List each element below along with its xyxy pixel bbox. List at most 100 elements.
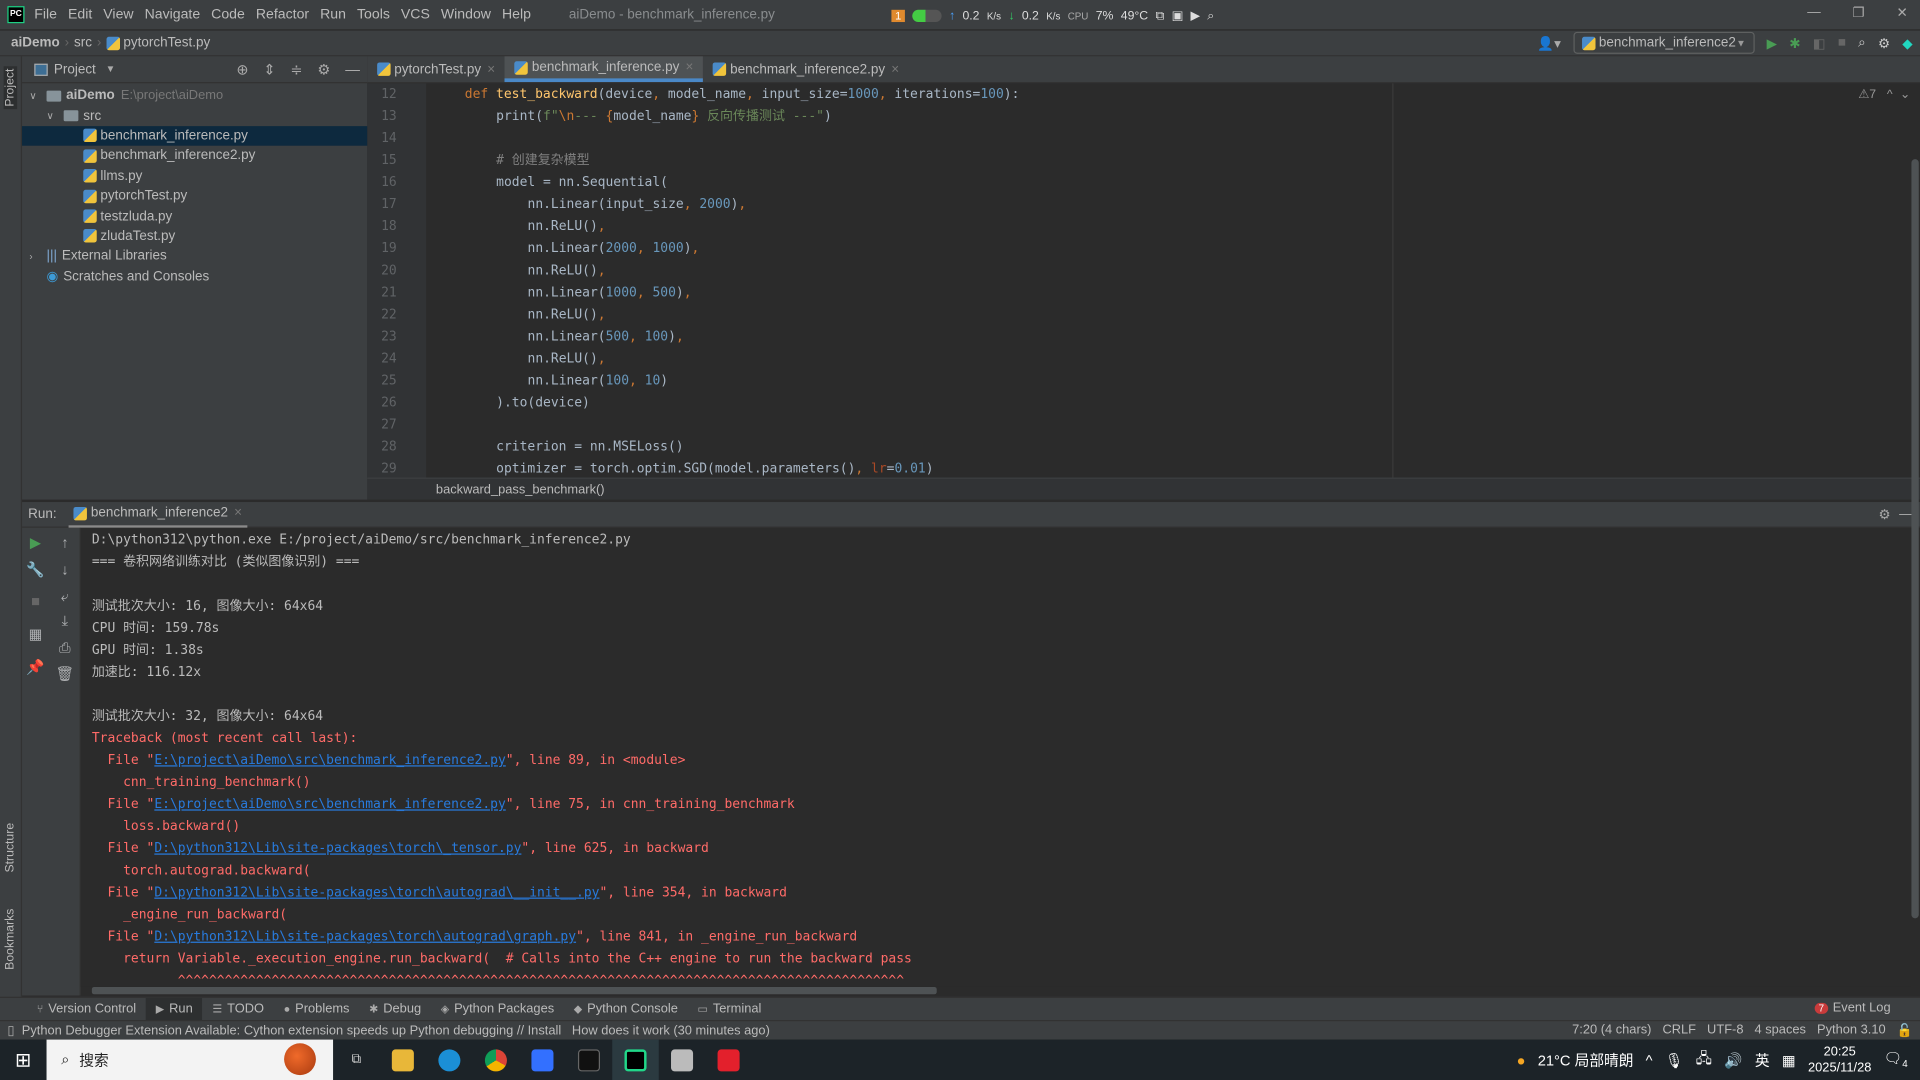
scroll-to-end-icon[interactable]: ⤓ bbox=[55, 611, 75, 631]
line-separator[interactable]: CRLF bbox=[1662, 1022, 1696, 1038]
file-link[interactable]: E:\project\aiDemo\src\benchmark_inferenc… bbox=[154, 797, 505, 812]
close-button[interactable]: ✕ bbox=[1896, 5, 1907, 21]
tree-item-root[interactable]: ∨ aiDemo E:\project\aiDemo bbox=[22, 86, 367, 106]
print-icon[interactable]: ⎙ bbox=[55, 638, 75, 658]
tray-expand-icon[interactable]: ^ bbox=[1646, 1051, 1653, 1068]
task-view-button[interactable]: ⧉ bbox=[333, 1040, 380, 1080]
chevron-up-icon[interactable]: ^ bbox=[1887, 88, 1893, 101]
volume-icon[interactable]: 🔊 bbox=[1724, 1051, 1742, 1068]
tree-item-external-libraries[interactable]: › ||| External Libraries bbox=[22, 246, 367, 266]
editor-tab[interactable]: pytorchTest.py × bbox=[367, 56, 505, 82]
file-encoding[interactable]: UTF-8 bbox=[1707, 1022, 1743, 1038]
gear-icon[interactable]: ⚙ bbox=[1878, 35, 1890, 51]
user-icon[interactable]: 👤▾ bbox=[1537, 35, 1561, 51]
zoom-icon[interactable]: ⌕ bbox=[1207, 9, 1214, 22]
trash-icon[interactable]: 🗑 bbox=[55, 664, 75, 684]
indent-setting[interactable]: 4 spaces bbox=[1755, 1022, 1806, 1038]
microphone-icon[interactable]: 🎙 bbox=[1665, 1051, 1684, 1068]
file-link[interactable]: D:\python312\Lib\site-packages\torch\_te… bbox=[154, 841, 521, 856]
inspection-widget[interactable]: ⚠7 ^ ⌄ bbox=[1858, 88, 1910, 101]
stop-icon[interactable]: ■ bbox=[26, 591, 46, 611]
rerun-icon[interactable]: ▶ bbox=[26, 533, 46, 553]
arrow-down-icon[interactable]: ↓ bbox=[55, 560, 75, 580]
code-breadcrumb[interactable]: backward_pass_benchmark() bbox=[436, 482, 605, 497]
menu-file[interactable]: File bbox=[34, 7, 57, 22]
editor-tab[interactable]: benchmark_inference2.py × bbox=[703, 56, 909, 82]
chrome-app[interactable] bbox=[473, 1040, 520, 1080]
monitor-app[interactable] bbox=[659, 1040, 706, 1080]
file-link[interactable]: E:\project\aiDemo\src\benchmark_inferenc… bbox=[154, 753, 505, 768]
crop-icon[interactable]: ⧉ bbox=[1155, 9, 1164, 22]
breadcrumb-file[interactable]: pytorchTest.py bbox=[123, 36, 210, 51]
console-output[interactable]: D:\python312\python.exe E:/project/aiDem… bbox=[80, 527, 1912, 987]
feishu-app[interactable] bbox=[519, 1040, 566, 1080]
tool-window-python-console[interactable]: ◆ Python Console bbox=[564, 997, 688, 1020]
toggle-icon[interactable] bbox=[912, 9, 942, 23]
pycharm-app[interactable] bbox=[612, 1039, 659, 1080]
clock[interactable]: 20:25 2025/11/28 bbox=[1808, 1044, 1871, 1076]
tool-window-run[interactable]: ▶ Run bbox=[145, 997, 203, 1021]
tool-window-terminal[interactable]: ▭ Terminal bbox=[688, 997, 772, 1020]
breadcrumb-src[interactable]: src bbox=[74, 36, 92, 51]
menu-window[interactable]: Window bbox=[441, 7, 491, 22]
pin-icon[interactable]: 📌 bbox=[26, 658, 46, 678]
python-interpreter[interactable]: Python 3.10 bbox=[1817, 1022, 1886, 1038]
menu-run[interactable]: Run bbox=[320, 7, 346, 22]
tree-item-file[interactable]: llms.py bbox=[22, 166, 367, 186]
close-icon[interactable]: × bbox=[891, 62, 899, 77]
gear-icon[interactable]: ⚙ bbox=[1879, 506, 1891, 523]
tool-window-python-packages[interactable]: ◈ Python Packages bbox=[431, 997, 564, 1020]
project-view-selector[interactable]: Project bbox=[54, 62, 96, 77]
amd-app[interactable] bbox=[705, 1040, 752, 1080]
arrow-up-icon[interactable]: ↑ bbox=[55, 533, 75, 553]
chevron-down-icon[interactable]: ▼ bbox=[106, 64, 116, 75]
project-tool-button[interactable]: Project bbox=[3, 66, 18, 110]
tool-window-problems[interactable]: ● Problems bbox=[274, 997, 359, 1020]
menu-view[interactable]: View bbox=[103, 7, 133, 22]
status-message[interactable]: Python Debugger Extension Available: Cyt… bbox=[22, 1023, 770, 1038]
menu-vcs[interactable]: VCS bbox=[401, 7, 430, 22]
notification-icon[interactable]: 🗨4 bbox=[1884, 1050, 1908, 1070]
locate-icon[interactable]: ⊕ bbox=[236, 61, 248, 78]
structure-tool-button[interactable]: Structure bbox=[4, 823, 17, 873]
screenshot-icon[interactable]: ▣ bbox=[1172, 9, 1184, 22]
gear-icon[interactable]: ⚙ bbox=[317, 61, 330, 78]
tree-item-file[interactable]: zludaTest.py bbox=[22, 226, 367, 246]
menu-help[interactable]: Help bbox=[502, 7, 531, 22]
menu-refactor[interactable]: Refactor bbox=[256, 7, 309, 22]
close-icon[interactable]: × bbox=[487, 62, 495, 77]
close-icon[interactable]: × bbox=[234, 506, 242, 521]
menu-code[interactable]: Code bbox=[211, 7, 245, 22]
jetbrains-icon[interactable]: ◆ bbox=[1902, 35, 1912, 51]
tool-window-todo[interactable]: ☰ TODO bbox=[203, 997, 274, 1020]
soft-wrap-icon[interactable]: ⤶ bbox=[55, 587, 75, 607]
horizontal-scrollbar[interactable] bbox=[91, 986, 937, 995]
search-icon[interactable]: ⌕ bbox=[1858, 35, 1866, 51]
chevron-down-icon[interactable]: ⌄ bbox=[1900, 88, 1910, 101]
menu-tools[interactable]: Tools bbox=[357, 7, 390, 22]
editor-tab[interactable]: benchmark_inference.py × bbox=[504, 56, 704, 83]
vertical-scrollbar[interactable] bbox=[1911, 159, 1919, 919]
tool-window-debug[interactable]: ✱ Debug bbox=[359, 997, 431, 1020]
file-explorer-app[interactable] bbox=[380, 1040, 427, 1080]
hide-icon[interactable]: — bbox=[345, 61, 360, 78]
status-icon[interactable]: ▯ bbox=[7, 1023, 14, 1038]
tree-item-file[interactable]: pytorchTest.py bbox=[22, 186, 367, 206]
wrench-icon[interactable]: 🔧 bbox=[26, 560, 46, 580]
tree-item-file[interactable]: testzluda.py bbox=[22, 206, 367, 226]
coverage-icon[interactable]: ◧ bbox=[1813, 35, 1826, 51]
ime-mode-icon[interactable]: ▦ bbox=[1782, 1051, 1796, 1068]
start-button[interactable]: ⊞ bbox=[0, 1040, 47, 1080]
edge-app[interactable] bbox=[426, 1040, 473, 1080]
ime-indicator[interactable]: 英 bbox=[1755, 1049, 1770, 1070]
tree-item-file[interactable]: benchmark_inference.py bbox=[22, 125, 368, 146]
file-link[interactable]: D:\python312\Lib\site-packages\torch\aut… bbox=[154, 885, 599, 900]
code-editor[interactable]: ⚠7 ^ ⌄ 12 def test_backward(device, model_… bbox=[367, 83, 1920, 478]
run-config-selector[interactable]: benchmark_inference2 ▼ bbox=[1573, 31, 1755, 54]
caret-position[interactable]: 7:20 (4 chars) bbox=[1572, 1022, 1651, 1038]
debug-icon[interactable]: ✱ bbox=[1789, 35, 1800, 51]
close-icon[interactable]: × bbox=[686, 60, 694, 75]
weather-text[interactable]: 21°C 局部晴朗 bbox=[1538, 1049, 1634, 1070]
maximize-button[interactable]: ❐ bbox=[1853, 5, 1865, 21]
tree-item-src[interactable]: ∨ src bbox=[22, 106, 367, 126]
